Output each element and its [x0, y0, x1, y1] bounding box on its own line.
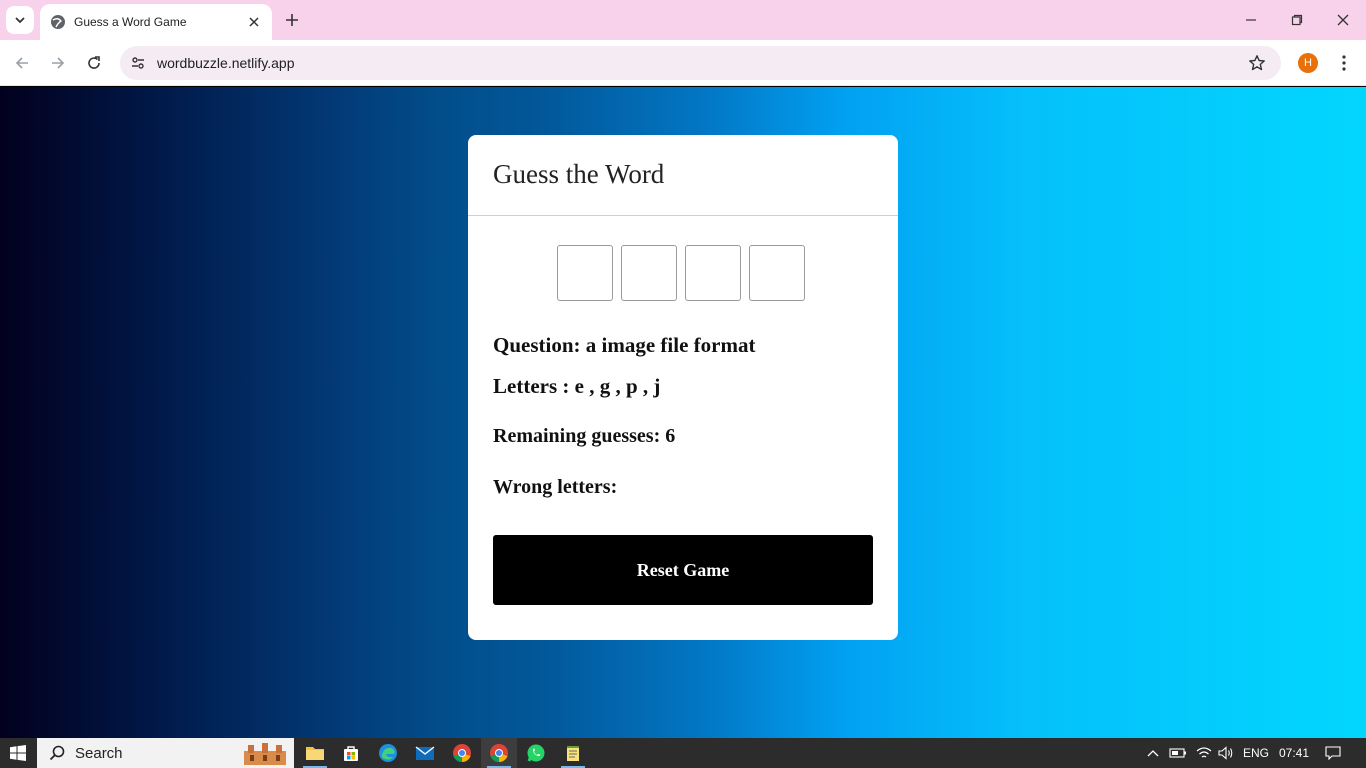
profile-avatar[interactable]: H: [1298, 53, 1318, 73]
arrow-left-icon: [15, 57, 28, 69]
search-icon: [49, 745, 65, 761]
page-title: Guess the Word: [493, 159, 665, 189]
tab-close-icon[interactable]: [246, 14, 262, 30]
chrome-active-icon[interactable]: [481, 738, 517, 768]
mail-icon[interactable]: [407, 738, 443, 768]
taskbar-search[interactable]: Search: [37, 738, 294, 768]
file-explorer-icon[interactable]: [297, 738, 333, 768]
wrong-letters-text: Wrong letters:: [493, 476, 618, 498]
search-label: Search: [75, 744, 123, 762]
forward-button[interactable]: [46, 51, 70, 75]
tab-search-button[interactable]: [6, 6, 34, 34]
question-text: Question: a image file format: [493, 333, 756, 357]
reset-game-button[interactable]: Reset Game: [493, 535, 873, 605]
minimize-button[interactable]: [1228, 0, 1274, 40]
clock[interactable]: 07:41: [1276, 738, 1312, 768]
edge-icon[interactable]: [370, 738, 406, 768]
letter-slot[interactable]: [621, 245, 677, 301]
browser-tab[interactable]: Guess a Word Game: [40, 4, 272, 40]
letters-text: Letters : e , g , p , j: [493, 374, 661, 398]
minimize-icon: [1246, 19, 1256, 21]
address-bar[interactable]: wordbuzzle.netlify.app: [120, 46, 1281, 80]
browser-toolbar: wordbuzzle.netlify.app: [0, 40, 1366, 86]
chevron-down-icon: [15, 17, 25, 24]
letter-slot[interactable]: [685, 245, 741, 301]
volume-icon[interactable]: [1216, 738, 1236, 768]
site-info-icon[interactable]: [128, 53, 148, 73]
browser-tab-bar: Guess a Word Game: [0, 0, 1366, 40]
chrome-icon[interactable]: [444, 738, 480, 768]
taskbar: Search ENG 07:41: [0, 738, 1366, 768]
show-hidden-icons[interactable]: [1144, 738, 1162, 768]
store-icon[interactable]: [333, 738, 369, 768]
restore-button[interactable]: [1274, 0, 1320, 40]
whatsapp-icon[interactable]: [518, 738, 554, 768]
globe-icon: [51, 15, 65, 29]
card-header: Guess the Word: [468, 135, 898, 216]
language-indicator[interactable]: ENG: [1239, 738, 1273, 768]
new-tab-button[interactable]: [280, 8, 304, 32]
windows-icon: [10, 745, 26, 761]
letter-slot[interactable]: [749, 245, 805, 301]
url-text[interactable]: wordbuzzle.netlify.app: [157, 55, 294, 71]
notepad-icon[interactable]: [555, 738, 591, 768]
plus-icon: [286, 14, 298, 26]
more-vert-icon: [1342, 55, 1346, 71]
wifi-icon[interactable]: [1194, 738, 1214, 768]
search-highlight-icon: [244, 743, 286, 765]
close-icon: [1337, 14, 1349, 26]
reload-icon: [88, 56, 100, 69]
reload-button[interactable]: [82, 51, 106, 75]
bookmark-star-icon[interactable]: [1247, 53, 1267, 73]
restore-icon: [1291, 14, 1303, 26]
arrow-right-icon: [52, 57, 65, 69]
tab-title: Guess a Word Game: [74, 15, 187, 29]
close-window-button[interactable]: [1320, 0, 1366, 40]
browser-menu-button[interactable]: [1334, 51, 1354, 75]
letter-slot[interactable]: [557, 245, 613, 301]
start-button[interactable]: [0, 738, 36, 768]
remaining-guesses-text: Remaining guesses: 6: [493, 425, 676, 447]
word-slots: [557, 245, 805, 301]
back-button[interactable]: [10, 51, 34, 75]
battery-icon[interactable]: [1168, 738, 1188, 768]
page-viewport: Guess the Word Question: a image file fo…: [0, 87, 1366, 738]
notifications-icon[interactable]: [1318, 738, 1348, 768]
game-card: Guess the Word Question: a image file fo…: [468, 135, 898, 640]
